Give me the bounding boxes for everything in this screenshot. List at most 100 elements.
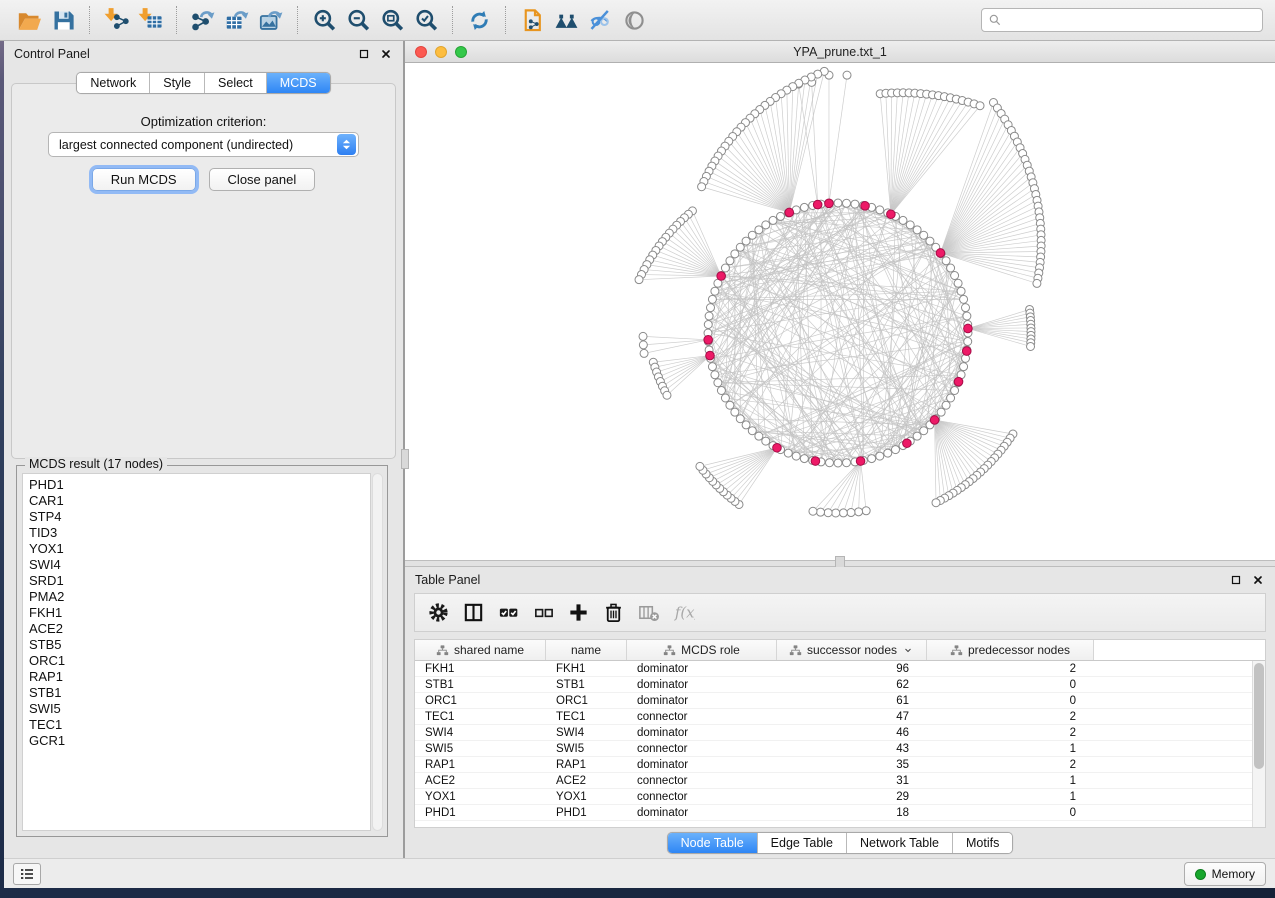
- float-table-panel-icon[interactable]: [1229, 573, 1243, 587]
- table-cell[interactable]: 43: [777, 743, 927, 755]
- mcds-result-item[interactable]: SRD1: [29, 573, 370, 589]
- table-cell[interactable]: YOX1: [415, 791, 546, 803]
- task-history-button[interactable]: [13, 863, 41, 885]
- table-scrollbar-thumb[interactable]: [1254, 663, 1264, 769]
- table-tab-network-table[interactable]: Network Table: [847, 833, 953, 853]
- float-panel-icon[interactable]: [357, 47, 371, 61]
- table-cell[interactable]: ORC1: [546, 695, 627, 707]
- mcds-result-item[interactable]: ORC1: [29, 653, 370, 669]
- mcds-result-item[interactable]: RAP1: [29, 669, 370, 685]
- table-cell[interactable]: 0: [927, 695, 1094, 707]
- memory-button[interactable]: Memory: [1184, 862, 1266, 886]
- close-table-panel-icon[interactable]: [1251, 573, 1265, 587]
- table-cell[interactable]: dominator: [627, 759, 777, 771]
- import-table-icon[interactable]: [133, 4, 167, 36]
- search-network-icon[interactable]: [549, 4, 583, 36]
- table-cell[interactable]: 31: [777, 775, 927, 787]
- table-cell[interactable]: dominator: [627, 663, 777, 675]
- select-all-rows-icon[interactable]: [493, 598, 523, 628]
- table-cell[interactable]: dominator: [627, 695, 777, 707]
- delete-rows-icon[interactable]: [598, 598, 628, 628]
- table-cell[interactable]: 1: [927, 791, 1094, 803]
- table-cell[interactable]: SWI4: [415, 727, 546, 739]
- table-row[interactable]: PHD1PHD1dominator180: [415, 805, 1252, 821]
- search-box[interactable]: [981, 8, 1263, 32]
- table-cell[interactable]: 35: [777, 759, 927, 771]
- mcds-result-item[interactable]: ACE2: [29, 621, 370, 637]
- table-tab-node-table[interactable]: Node Table: [668, 833, 758, 853]
- table-row[interactable]: RAP1RAP1dominator352: [415, 757, 1252, 773]
- tab-mcds[interactable]: MCDS: [267, 73, 330, 93]
- duplicate-network-icon[interactable]: [515, 4, 549, 36]
- network-canvas[interactable]: [405, 63, 1275, 560]
- table-cell[interactable]: STB1: [415, 679, 546, 691]
- table-cell[interactable]: 0: [927, 807, 1094, 819]
- mcds-result-item[interactable]: STP4: [29, 509, 370, 525]
- table-scrollbar[interactable]: [1252, 661, 1265, 827]
- show-columns-icon[interactable]: [458, 598, 488, 628]
- close-panel-icon[interactable]: [379, 47, 393, 61]
- mcds-result-item[interactable]: YOX1: [29, 541, 370, 557]
- mcds-result-item[interactable]: FKH1: [29, 605, 370, 621]
- export-image-icon[interactable]: [254, 4, 288, 36]
- import-network-icon[interactable]: [99, 4, 133, 36]
- table-cell[interactable]: SWI4: [546, 727, 627, 739]
- table-row[interactable]: STB1STB1dominator620: [415, 677, 1252, 693]
- table-row[interactable]: ORC1ORC1dominator610: [415, 693, 1252, 709]
- table-cell[interactable]: 29: [777, 791, 927, 803]
- table-row[interactable]: SWI4SWI4dominator462: [415, 725, 1252, 741]
- table-cell[interactable]: 2: [927, 663, 1094, 675]
- table-cell[interactable]: FKH1: [415, 663, 546, 675]
- table-cell[interactable]: 2: [927, 711, 1094, 723]
- table-cell[interactable]: RAP1: [415, 759, 546, 771]
- table-cell[interactable]: FKH1: [546, 663, 627, 675]
- mcds-result-item[interactable]: TID3: [29, 525, 370, 541]
- table-settings-icon[interactable]: [423, 598, 453, 628]
- table-cell[interactable]: ACE2: [415, 775, 546, 787]
- mcds-result-item[interactable]: GCR1: [29, 733, 370, 749]
- table-cell[interactable]: YOX1: [546, 791, 627, 803]
- table-cell[interactable]: 46: [777, 727, 927, 739]
- table-row[interactable]: FKH1FKH1dominator962: [415, 661, 1252, 677]
- table-cell[interactable]: ORC1: [415, 695, 546, 707]
- table-row[interactable]: YOX1YOX1connector291: [415, 789, 1252, 805]
- column-header-predecessor-nodes[interactable]: predecessor nodes: [927, 640, 1094, 660]
- table-tab-motifs[interactable]: Motifs: [953, 833, 1012, 853]
- column-header-name[interactable]: name: [546, 640, 627, 660]
- mcds-result-item[interactable]: SWI4: [29, 557, 370, 573]
- table-cell[interactable]: 47: [777, 711, 927, 723]
- table-cell[interactable]: 62: [777, 679, 927, 691]
- tab-select[interactable]: Select: [205, 73, 267, 93]
- table-cell[interactable]: connector: [627, 711, 777, 723]
- refresh-layout-icon[interactable]: [462, 4, 496, 36]
- table-cell[interactable]: PHD1: [415, 807, 546, 819]
- table-cell[interactable]: 2: [927, 759, 1094, 771]
- export-table-icon[interactable]: [220, 4, 254, 36]
- table-cell[interactable]: 2: [927, 727, 1094, 739]
- column-header-shared-name[interactable]: shared name: [415, 640, 546, 660]
- table-cell[interactable]: 18: [777, 807, 927, 819]
- network-graph[interactable]: [405, 63, 1273, 560]
- optimization-criterion-select[interactable]: largest connected component (undirected): [48, 132, 359, 157]
- table-cell[interactable]: ACE2: [546, 775, 627, 787]
- column-header-successor-nodes[interactable]: successor nodes: [777, 640, 927, 660]
- mcds-result-item[interactable]: CAR1: [29, 493, 370, 509]
- table-cell[interactable]: 0: [927, 679, 1094, 691]
- mcds-result-item[interactable]: SWI5: [29, 701, 370, 717]
- table-cell[interactable]: PHD1: [546, 807, 627, 819]
- table-cell[interactable]: TEC1: [415, 711, 546, 723]
- table-tab-edge-table[interactable]: Edge Table: [758, 833, 847, 853]
- table-cell[interactable]: 1: [927, 743, 1094, 755]
- mcds-result-item[interactable]: TEC1: [29, 717, 370, 733]
- table-row[interactable]: SWI5SWI5connector431: [415, 741, 1252, 757]
- zoom-in-icon[interactable]: [307, 4, 341, 36]
- table-cell[interactable]: TEC1: [546, 711, 627, 723]
- table-cell[interactable]: 61: [777, 695, 927, 707]
- mcds-result-item[interactable]: PMA2: [29, 589, 370, 605]
- run-mcds-button[interactable]: Run MCDS: [92, 168, 196, 191]
- vertical-splitter-handle[interactable]: [401, 449, 409, 469]
- mcds-result-item[interactable]: PHD1: [29, 477, 370, 493]
- table-row[interactable]: TEC1TEC1connector472: [415, 709, 1252, 725]
- table-cell[interactable]: dominator: [627, 807, 777, 819]
- table-cell[interactable]: 96: [777, 663, 927, 675]
